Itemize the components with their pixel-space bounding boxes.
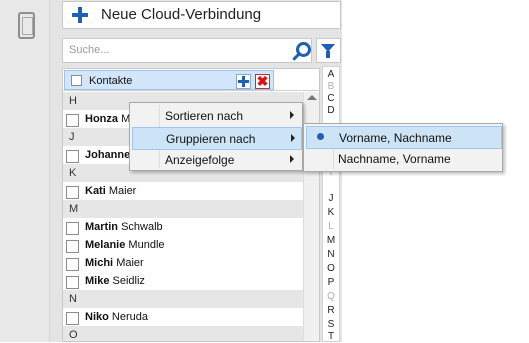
contact-row[interactable]: Niko Neruda [63, 308, 303, 326]
menu-item-sortieren[interactable]: Sortieren nach [132, 105, 300, 126]
contact-name: Melanie Mundle [85, 239, 165, 251]
group-header[interactable]: M [63, 200, 303, 218]
contact-name: Michi Maier [85, 257, 144, 269]
alphabet-letter[interactable]: C [323, 93, 339, 105]
left-sidebar [0, 0, 50, 342]
submenu-arrow-icon [291, 134, 295, 142]
alphabet-letter[interactable]: Q [323, 291, 339, 303]
contact-row[interactable]: Michi Maier [63, 254, 303, 272]
alphabet-letter[interactable]: L [323, 221, 339, 233]
submenu-item-label: Vorname, Nachname [339, 131, 452, 145]
contact-first-name: Melanie [85, 239, 126, 251]
group-letter: H [69, 95, 77, 107]
contact-name: Niko Neruda [85, 311, 148, 323]
contact-checkbox[interactable] [66, 114, 79, 127]
alphabet-letter[interactable]: P [323, 277, 339, 289]
contact-first-name: Michi [85, 257, 114, 269]
submenu-arrow-icon [290, 111, 294, 119]
phone-icon[interactable] [18, 12, 35, 39]
alphabet-letter[interactable]: D [323, 105, 339, 117]
delete-contact-icon[interactable]: ✖ [255, 74, 270, 89]
contact-last-name: Maier [116, 257, 144, 269]
contact-first-name: Martin [85, 221, 118, 233]
contact-checkbox[interactable] [66, 240, 79, 253]
contact-name: Mike Seidliz [85, 275, 145, 287]
scroll-up-icon[interactable] [307, 95, 317, 100]
alphabet-letter[interactable]: O [323, 263, 339, 275]
group-letter: M [69, 203, 79, 215]
contact-checkbox[interactable] [66, 312, 79, 325]
menu-item-gruppieren[interactable]: Gruppieren nach [132, 127, 302, 150]
contact-checkbox[interactable] [66, 258, 79, 271]
contact-row[interactable]: Mike Seidliz [63, 272, 303, 290]
contact-name: Kati Maier [85, 185, 136, 197]
new-cloud-connection-button[interactable]: Neue Cloud-Verbindung [62, 1, 341, 29]
menu-item-label: Anzeigefolge [165, 153, 235, 167]
group-header[interactable]: N [63, 290, 303, 308]
contact-checkbox[interactable] [66, 186, 79, 199]
menu-item-label: Gruppieren nach [166, 132, 256, 146]
alphabet-letter[interactable]: S [323, 319, 339, 331]
search-input[interactable]: Suche... [69, 44, 109, 56]
alphabet-letter[interactable]: B [323, 81, 339, 93]
submenu-item-vorname-nachname[interactable]: Vorname, Nachname [306, 126, 502, 149]
group-by-submenu: Vorname, Nachname Nachname, Vorname [303, 123, 503, 172]
contact-checkbox[interactable] [66, 222, 79, 235]
contact-row[interactable]: Melanie Mundle [63, 236, 303, 254]
contact-last-name: Neruda [111, 311, 148, 323]
list-header: Kontakte ✖ [63, 69, 319, 91]
contact-row[interactable]: Kati Maier [63, 182, 303, 200]
submenu-item-nachname-vorname[interactable]: Nachname, Vorname [306, 148, 500, 169]
alphabet-letter[interactable]: T [323, 331, 339, 343]
alphabet-letter[interactable]: J [323, 193, 339, 205]
contact-first-name: Johanne [85, 149, 131, 161]
menu-item-label: Sortieren nach [165, 109, 244, 123]
contact-last-name: Seidliz [112, 275, 145, 287]
group-letter: J [69, 131, 75, 143]
contact-last-name: Maier [108, 185, 137, 197]
radio-selected-icon [317, 133, 324, 140]
add-contact-icon[interactable] [236, 74, 251, 89]
submenu-item-label: Nachname, Vorname [338, 152, 451, 166]
contact-first-name: Kati [85, 185, 106, 197]
group-header[interactable]: O [63, 326, 303, 341]
select-all-checkbox[interactable] [71, 75, 82, 86]
contact-name: Johanne [85, 149, 130, 161]
filter-button[interactable] [316, 38, 341, 63]
list-header-selected[interactable]: Kontakte ✖ [64, 70, 274, 90]
alphabet-letter[interactable]: R [323, 305, 339, 317]
filter-icon-stem [326, 51, 330, 58]
new-cloud-connection-label: Neue Cloud-Verbindung [101, 6, 262, 23]
group-letter: O [69, 329, 78, 341]
contact-first-name: Niko [85, 311, 109, 323]
contact-checkbox[interactable] [66, 150, 79, 163]
alphabet-letter[interactable]: N [323, 249, 339, 261]
contact-last-name: Mundle [128, 239, 165, 251]
list-header-label: Kontakte [89, 75, 133, 87]
contact-row[interactable]: Martin Schwalb [63, 218, 303, 236]
menu-item-anzeigefolge[interactable]: Anzeigefolge [132, 149, 300, 170]
context-menu: Sortieren nach Gruppieren nach Anzeigefo… [129, 102, 303, 171]
contact-checkbox[interactable] [66, 276, 79, 289]
submenu-arrow-icon [290, 155, 294, 163]
alphabet-letter[interactable]: K [323, 207, 339, 219]
alphabet-letter[interactable]: M [323, 235, 339, 247]
plus-icon [71, 6, 89, 24]
contact-name: Martin Schwalb [85, 221, 163, 233]
search-field[interactable]: Suche... [62, 38, 312, 63]
alphabet-index: ABCDIJKLMNOPQRST [322, 66, 340, 342]
alphabet-letter[interactable]: A [323, 69, 339, 81]
group-letter: N [69, 293, 77, 305]
contact-first-name: Honza [85, 113, 118, 125]
search-icon[interactable] [289, 40, 311, 62]
contact-first-name: Mike [85, 275, 110, 287]
contact-last-name: Schwalb [121, 221, 163, 233]
contact-name: Honza M [85, 113, 130, 125]
group-letter: K [69, 167, 77, 179]
